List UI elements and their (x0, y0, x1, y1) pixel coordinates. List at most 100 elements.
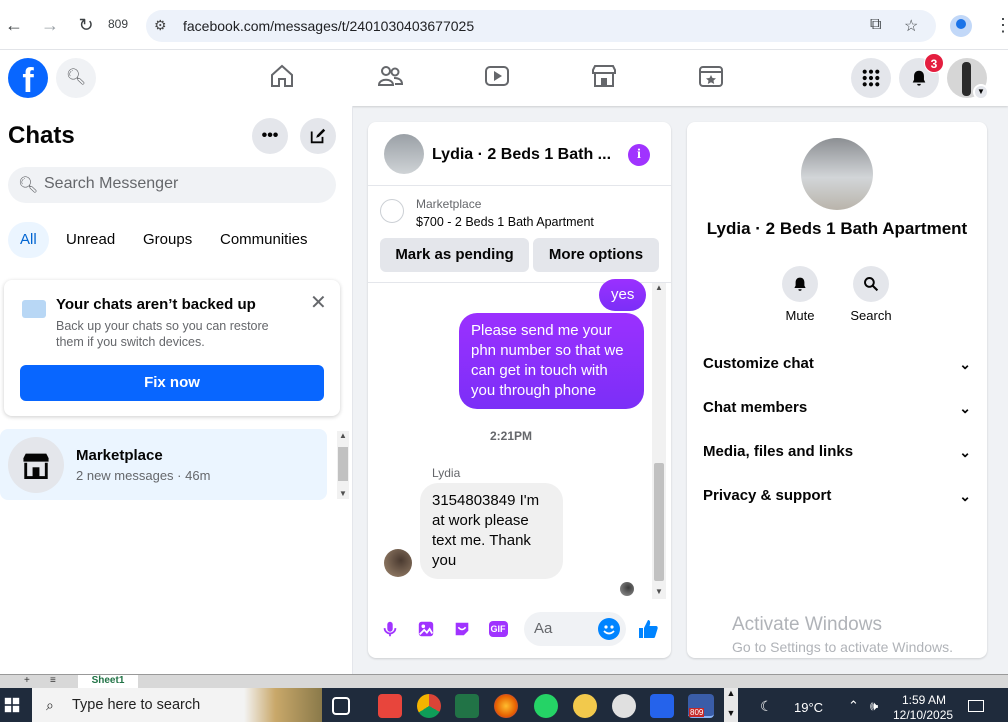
app-icon[interactable] (612, 694, 636, 718)
excel-icon[interactable] (455, 694, 479, 718)
back-icon[interactable]: ← (4, 14, 24, 36)
add-sheet-icon[interactable]: + (24, 675, 30, 686)
photo-icon[interactable] (415, 618, 437, 640)
whatsapp-icon[interactable] (534, 694, 558, 718)
listing-thumbnail[interactable] (384, 134, 424, 174)
firefox-icon[interactable] (494, 694, 518, 718)
facebook-logo[interactable]: f (8, 58, 48, 98)
taskbar-search-input[interactable] (72, 697, 252, 713)
new-message-icon[interactable] (300, 118, 336, 154)
forward-icon[interactable]: → (40, 14, 60, 36)
listing-photo[interactable] (801, 138, 873, 210)
info-icon[interactable]: i (628, 144, 650, 166)
search-icon[interactable] (853, 266, 889, 302)
taskbar-scroll[interactable]: ▲ ▼ (724, 688, 738, 722)
taskbar-search[interactable]: ⌕ (32, 688, 322, 722)
xender-icon[interactable] (573, 694, 597, 718)
filter-all[interactable]: All (8, 222, 49, 258)
chrome-window-icon[interactable]: 809 (688, 694, 714, 718)
url-text[interactable]: facebook.com/messages/t/2401030403677025 (183, 18, 474, 34)
filter-communities[interactable]: Communities (208, 222, 320, 258)
conversation-panel: Lydia · 2 Beds 1 Bath ... i Marketplace … (368, 122, 671, 658)
weather-icon[interactable]: ☾ (760, 698, 773, 715)
notification-center-icon[interactable] (968, 700, 984, 712)
browser-b-icon[interactable] (650, 694, 674, 718)
scroll-down-icon[interactable]: ▼ (339, 489, 347, 498)
menu-grid-icon[interactable] (851, 58, 891, 98)
backup-icon (22, 300, 46, 318)
marketplace-store-icon (8, 437, 64, 493)
bell-icon[interactable] (782, 266, 818, 302)
more-options-icon[interactable]: ••• (252, 118, 288, 154)
listing-select-radio[interactable] (380, 199, 404, 223)
tray-chevron-up-icon[interactable]: ⌃ (848, 698, 859, 714)
marketplace-icon[interactable] (590, 62, 624, 96)
friends-icon[interactable] (376, 62, 410, 96)
chat-members-row[interactable]: Chat members ⌄ (703, 388, 973, 428)
outgoing-message: yes (599, 279, 647, 311)
chevron-down-icon: ⌄ (959, 488, 971, 504)
sticker-icon[interactable] (451, 618, 473, 640)
mute-action[interactable]: Mute (770, 266, 830, 323)
sender-avatar[interactable] (384, 549, 412, 577)
facebook-search-icon[interactable]: 🔍︎ (56, 58, 96, 98)
scrollbar-thumb[interactable] (338, 447, 348, 481)
conversation-scrollbar[interactable]: ▲ ▼ (652, 283, 666, 599)
filter-unread[interactable]: Unread (54, 222, 127, 258)
watch-icon[interactable] (483, 62, 517, 96)
search-action[interactable]: Search (841, 266, 901, 323)
media-files-links-row[interactable]: Media, files and links ⌄ (703, 432, 973, 472)
scroll-up-icon[interactable]: ▲ (339, 431, 347, 440)
home-icon[interactable] (268, 62, 302, 96)
privacy-support-row[interactable]: Privacy & support ⌄ (703, 476, 973, 516)
clock-time[interactable]: 1:59 AM (902, 693, 946, 707)
chrome-icon[interactable] (417, 694, 441, 718)
volume-icon[interactable]: 🕪︎ (870, 698, 878, 714)
microphone-icon[interactable] (379, 618, 401, 640)
chevron-down-icon: ⌄ (959, 356, 971, 372)
site-settings-icon[interactable]: ⚙ (154, 17, 167, 34)
sidebar-scrollbar[interactable]: ▲ ▼ (337, 431, 349, 499)
conversation-title[interactable]: Lydia · 2 Beds 1 Bath ... (432, 146, 611, 164)
chevron-down-icon[interactable]: ▼ (973, 84, 989, 100)
sheet-tab[interactable]: Sheet1 (78, 675, 138, 688)
windows-start-icon[interactable] (0, 688, 32, 722)
address-bar[interactable]: ⚙ facebook.com/messages/t/24010304036770… (146, 10, 936, 42)
thumbs-up-icon[interactable] (637, 618, 659, 640)
install-app-icon[interactable]: ⧉ (870, 16, 881, 34)
filter-groups[interactable]: Groups (131, 222, 204, 258)
excel-sheet-bar: + ≡ Sheet1 (0, 674, 1008, 688)
reload-icon[interactable]: ↻ (76, 14, 96, 36)
weather-temperature[interactable]: 19°C (794, 700, 823, 715)
sheet-list-icon[interactable]: ≡ (50, 675, 56, 686)
browser-profile-icon[interactable] (950, 15, 972, 37)
tab-count[interactable]: 809 (108, 17, 128, 31)
chevron-down-icon: ⌄ (959, 444, 971, 460)
mark-as-pending-button[interactable]: Mark as pending (380, 238, 529, 272)
clock-date[interactable]: 12/10/2025 (893, 708, 953, 722)
message-input[interactable] (534, 620, 594, 637)
messenger-search[interactable]: 🔍︎ (8, 167, 336, 203)
anydesk-icon[interactable] (378, 694, 402, 718)
outgoing-message: Please send me your phn number so that w… (459, 313, 644, 409)
customize-chat-row[interactable]: Customize chat ⌄ (703, 344, 973, 384)
close-icon[interactable]: ✕ (310, 290, 327, 315)
gif-icon[interactable]: GIF (487, 618, 509, 640)
listing-title[interactable]: $700 - 2 Beds 1 Bath Apartment (416, 215, 594, 229)
conversation-preview: 2 new messages · 46m (76, 468, 211, 483)
scroll-up-icon[interactable]: ▲ (655, 283, 663, 292)
scroll-down-icon[interactable]: ▼ (655, 587, 663, 596)
message-composer: GIF (368, 606, 671, 650)
message-input-box[interactable] (524, 612, 626, 646)
bookmark-star-icon[interactable]: ☆ (904, 16, 918, 36)
fix-now-button[interactable]: Fix now (20, 365, 324, 401)
more-options-button[interactable]: More options (533, 238, 659, 272)
task-view-icon[interactable] (332, 697, 350, 715)
scrollbar-thumb[interactable] (654, 463, 664, 581)
gaming-icon[interactable] (697, 62, 731, 96)
messenger-search-input[interactable] (44, 175, 324, 193)
conversation-list-item[interactable]: Marketplace 2 new messages · 46m (0, 429, 327, 500)
backup-description: Back up your chats so you can restore th… (56, 319, 269, 349)
browser-menu-icon[interactable]: ⋮ (994, 15, 1008, 36)
emoji-icon[interactable] (598, 618, 620, 640)
